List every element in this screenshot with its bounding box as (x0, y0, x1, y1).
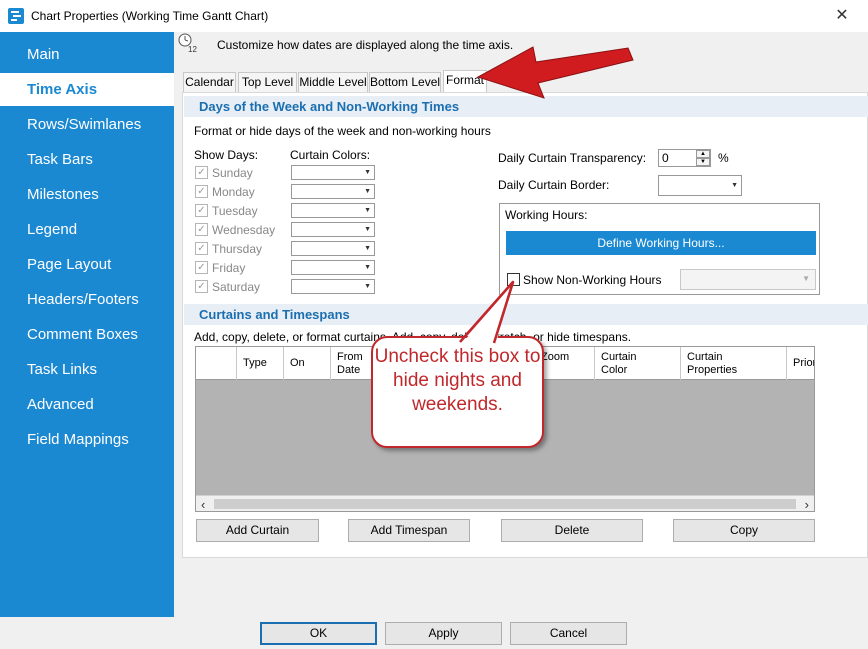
callout-pointer (458, 280, 515, 345)
annotation-callout: Uncheck this box to hide nights and week… (371, 336, 544, 448)
annotation-overlay (458, 46, 634, 345)
red-arrow-icon (476, 46, 634, 99)
